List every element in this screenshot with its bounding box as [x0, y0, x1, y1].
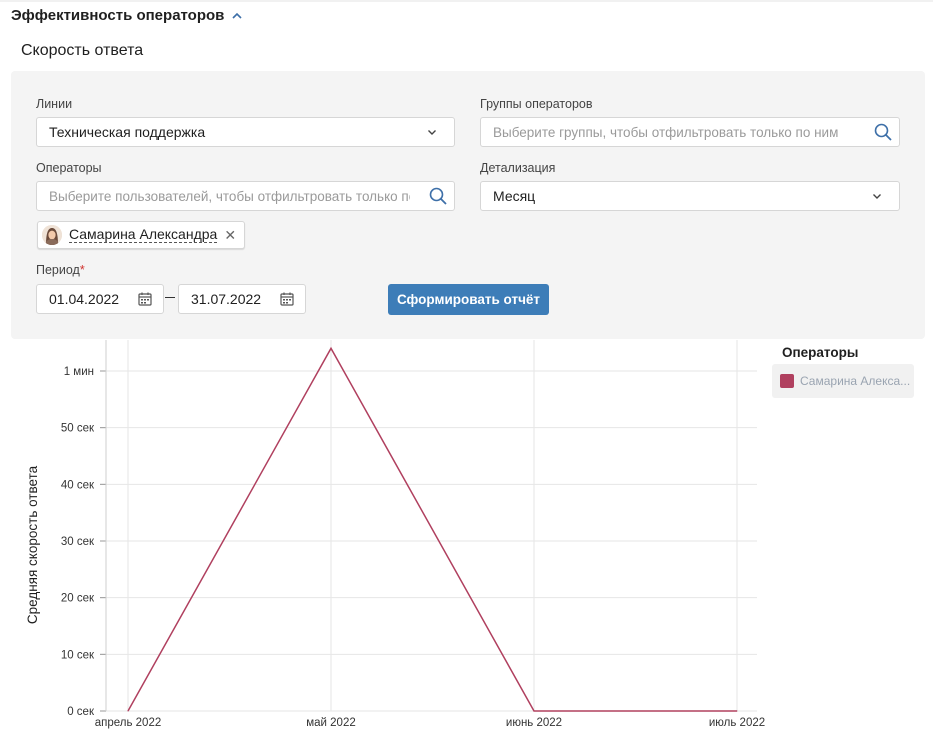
y-tick-label: 0 сек — [67, 706, 95, 718]
search-icon[interactable] — [428, 186, 448, 206]
detail-select[interactable]: Месяц — [480, 181, 900, 211]
groups-label: Группы операторов — [480, 97, 593, 111]
calendar-icon[interactable] — [277, 289, 297, 309]
legend-title: Операторы — [782, 345, 859, 360]
top-divider — [0, 0, 933, 2]
detail-value: Месяц — [493, 188, 536, 204]
response-speed-chart: 0 сек 10 сек 20 сек 30 сек 40 сек 50 сек 1 мин… — [25, 340, 765, 729]
period-to-input[interactable]: 31.07.2022 — [178, 284, 306, 314]
data-point — [127, 710, 129, 712]
x-tick-label: май 2022 — [306, 717, 356, 729]
close-icon[interactable]: ✕ — [224, 228, 236, 242]
y-axis-label: Средняя скорость ответа — [25, 465, 40, 624]
section-header[interactable]: Эффективность операторов — [11, 7, 244, 24]
search-icon[interactable] — [873, 122, 893, 142]
chevron-up-icon[interactable] — [230, 9, 244, 23]
x-tick-label: июль 2022 — [709, 717, 765, 729]
required-mark: * — [79, 263, 85, 277]
period-from-input[interactable]: 01.04.2022 — [36, 284, 164, 314]
operators-label: Операторы — [36, 161, 102, 175]
lines-select[interactable]: Техническая поддержка — [36, 117, 455, 147]
period-label: Период* — [36, 263, 85, 277]
operator-chip[interactable]: Самарина Александра ✕ — [37, 221, 246, 249]
period-to-value: 31.07.2022 — [191, 291, 262, 307]
period-separator — [165, 297, 175, 298]
y-tick-label: 1 мин — [64, 366, 94, 378]
data-point — [330, 347, 332, 349]
y-tick-label: 30 сек — [61, 536, 95, 548]
calendar-icon[interactable] — [135, 289, 155, 309]
y-tick-label: 50 сек — [61, 423, 95, 435]
y-tick-label: 20 сек — [61, 593, 95, 605]
generate-report-button[interactable]: Сформировать отчёт — [388, 284, 549, 315]
operator-chip-name: Самарина Александра — [69, 226, 218, 243]
report-subtitle: Скорость ответа — [21, 42, 144, 59]
data-point — [533, 710, 535, 712]
groups-placeholder: Выберите группы, чтобы отфильтровать тол… — [493, 124, 839, 140]
chevron-down-icon — [867, 186, 887, 206]
period-label-text: Период — [36, 263, 80, 277]
avatar — [42, 225, 62, 245]
operators-input[interactable]: Выберите пользователей, чтобы отфильтров… — [36, 181, 455, 211]
legend-item[interactable]: Самарина Алекса... — [772, 364, 914, 398]
chevron-down-icon — [422, 122, 442, 142]
x-tick-label: июнь 2022 — [506, 717, 562, 729]
lines-label: Линии — [36, 97, 73, 111]
lines-value: Техническая поддержка — [49, 124, 206, 140]
y-tick-label: 10 сек — [61, 649, 95, 661]
groups-input[interactable]: Выберите группы, чтобы отфильтровать тол… — [480, 117, 900, 147]
legend-label: Самарина Алекса... — [800, 374, 911, 388]
filters-panel: Линии Техническая поддержка Группы опера… — [11, 71, 925, 339]
series-line — [127, 346, 737, 712]
section-title: Эффективность операторов — [11, 7, 225, 24]
y-tick-label: 40 сек — [61, 479, 95, 491]
legend-swatch — [780, 374, 794, 388]
data-point — [736, 710, 738, 712]
detail-label: Детализация — [480, 161, 556, 175]
x-tick-label: апрель 2022 — [95, 717, 162, 729]
operators-placeholder: Выберите пользователей, чтобы отфильтров… — [49, 188, 410, 204]
period-from-value: 01.04.2022 — [49, 291, 120, 307]
